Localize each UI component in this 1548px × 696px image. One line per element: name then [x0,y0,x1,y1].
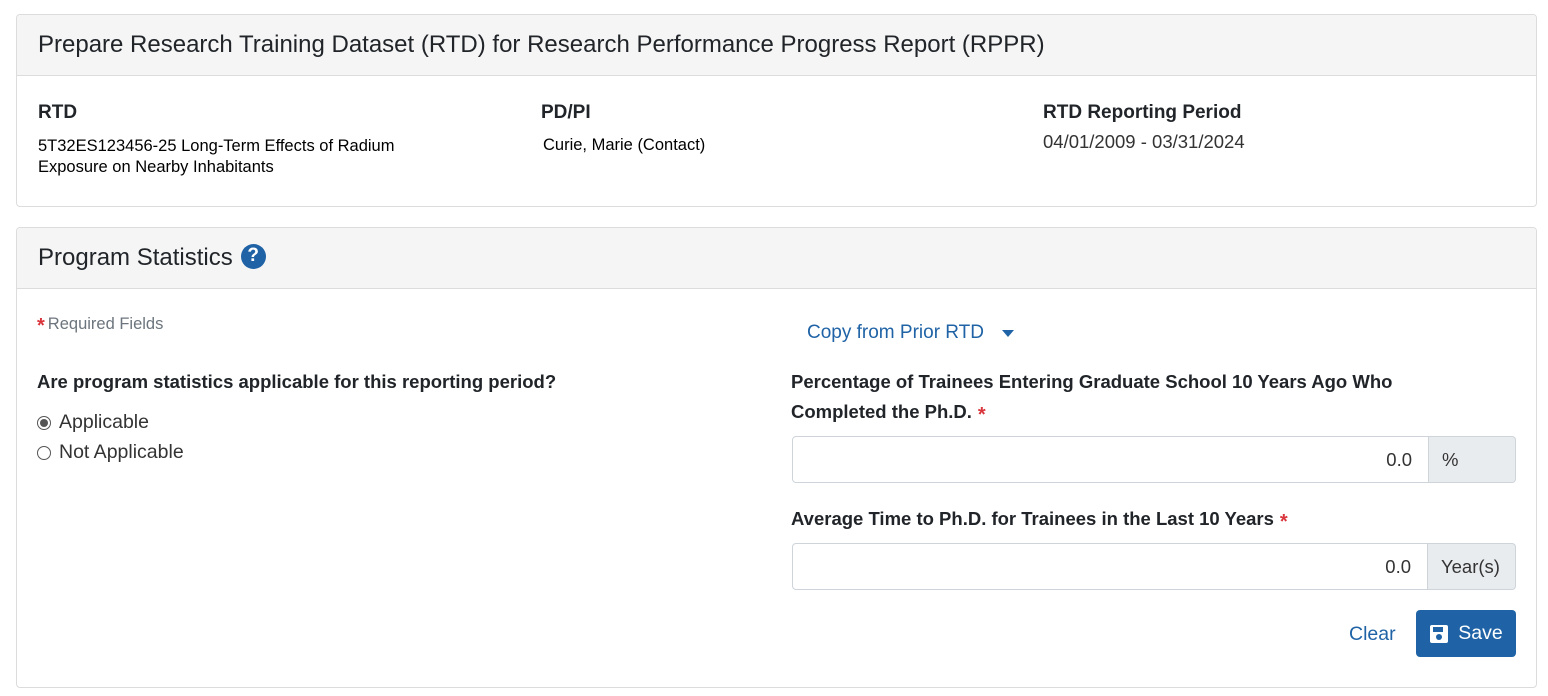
reporting-period-value: 04/01/2009 - 03/31/2024 [1043,131,1245,152]
avg-time-phd-label-text: Average Time to Ph.D. for Trainees in th… [791,508,1274,529]
pct-completed-phd-label-line2: Completed the Ph.D. [791,401,972,422]
required-star: * [37,315,45,337]
copy-from-prior-rtd-dropdown[interactable]: Copy from Prior RTD [807,322,1015,344]
pct-completed-phd-input[interactable]: 0.0 [792,436,1429,483]
required-star: * [1279,511,1288,533]
caret-down-icon [1002,329,1015,337]
save-button[interactable]: Save [1416,610,1516,657]
program-statistics-title: Program Statistics [38,244,233,271]
rtd-value-line1: 5T32ES123456-25 Long-Term Effects of Rad… [38,137,395,155]
reporting-period-column: RTD Reporting Period 04/01/2009 - 03/31/… [1043,102,1245,153]
clear-button[interactable]: Clear [1349,623,1396,646]
required-fields-note: * Required Fields [37,312,164,337]
radio-not-applicable-label: Not Applicable [59,441,184,463]
radio-applicable-label: Applicable [59,411,149,433]
radio-button-unchecked[interactable] [37,445,51,460]
pdpi-column: PD/PI Curie, Marie (Contact) [541,102,705,156]
pdpi-label: PD/PI [541,102,591,123]
pct-completed-phd-label-line1: Percentage of Trainees Entering Graduate… [791,371,1393,392]
page-title: Prepare Research Training Dataset (RTD) … [38,31,1045,58]
floppy-disk-icon [1430,624,1449,643]
save-button-label: Save [1458,622,1503,644]
radio-applicable[interactable]: Applicable [37,411,149,434]
required-fields-label: Required Fields [47,315,164,333]
rtd-panel-header: Prepare Research Training Dataset (RTD) … [17,15,1536,76]
pct-completed-phd-label: Percentage of Trainees Entering Graduate… [791,367,1491,427]
rtd-info-panel: Prepare Research Training Dataset (RTD) … [16,14,1537,207]
radio-button-checked[interactable] [37,415,51,430]
help-icon[interactable]: ? [240,243,266,269]
required-star: * [977,404,986,426]
avg-time-phd-input-group: 0.0 Year(s) [792,543,1516,590]
program-statistics-panel: Program Statistics ? * Required Fields Co… [16,227,1537,688]
percent-addon: % [1429,436,1516,483]
avg-time-phd-input[interactable]: 0.0 [792,543,1428,590]
rtd-value: 5T32ES123456-25 Long-Term Effects of Rad… [38,136,394,178]
applicability-question: Are program statistics applicable for th… [37,371,557,392]
program-statistics-header: Program Statistics ? [17,228,1536,289]
rtd-label: RTD [38,102,78,123]
avg-time-phd-label: Average Time to Ph.D. for Trainees in th… [791,504,1491,534]
reporting-period-label: RTD Reporting Period [1043,102,1242,123]
rtd-value-line2: Exposure on Nearby Inhabitants [38,158,274,176]
years-addon: Year(s) [1428,543,1516,590]
copy-from-prior-rtd-label: Copy from Prior RTD [807,322,985,343]
pct-completed-phd-input-group: 0.0 % [792,436,1516,483]
radio-not-applicable[interactable]: Not Applicable [37,441,184,464]
pdpi-value: Curie, Marie (Contact) [543,136,706,154]
rtd-column: RTD 5T32ES123456-25 Long-Term Effects of… [38,102,394,178]
pct-completed-phd-label-line2-wrap: Completed the Ph.D. * [791,397,1491,427]
